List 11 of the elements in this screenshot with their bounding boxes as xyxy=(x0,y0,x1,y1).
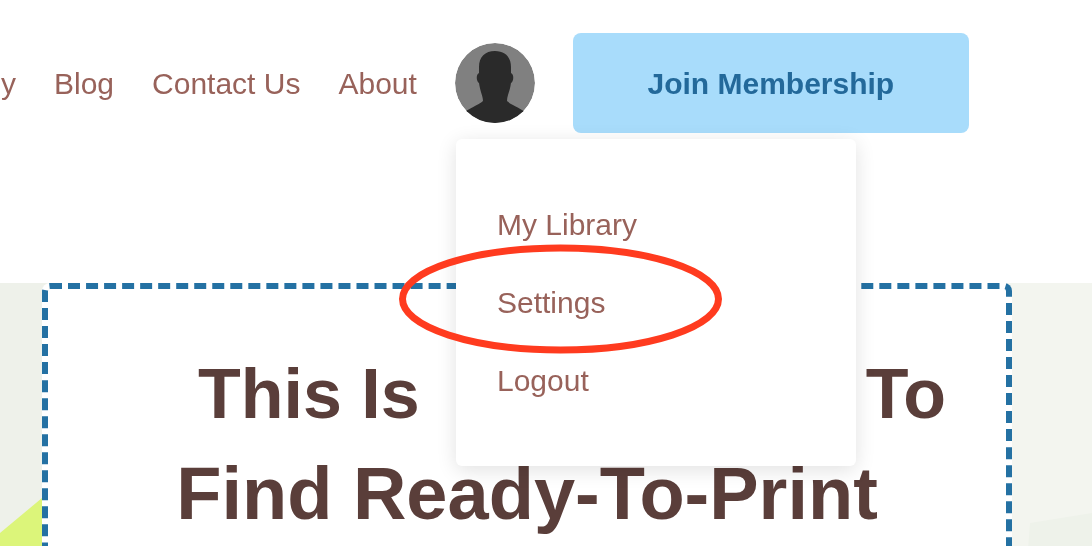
nav-link[interactable]: Contact Us xyxy=(152,60,301,106)
hero-heading: To xyxy=(865,359,946,429)
menu-item[interactable]: Settings xyxy=(497,287,606,318)
nav-link[interactable]: y xyxy=(1,60,16,106)
menu-item[interactable]: My Library xyxy=(497,209,638,240)
menu-item[interactable]: Logout xyxy=(497,365,589,396)
nav-link[interactable]: About xyxy=(338,60,417,106)
hero-heading: This Is xyxy=(198,359,420,429)
join-membership-button[interactable]: Join Membership xyxy=(572,33,969,133)
nav-link[interactable]: Blog xyxy=(54,60,115,106)
user-avatar-icon[interactable] xyxy=(454,43,535,123)
